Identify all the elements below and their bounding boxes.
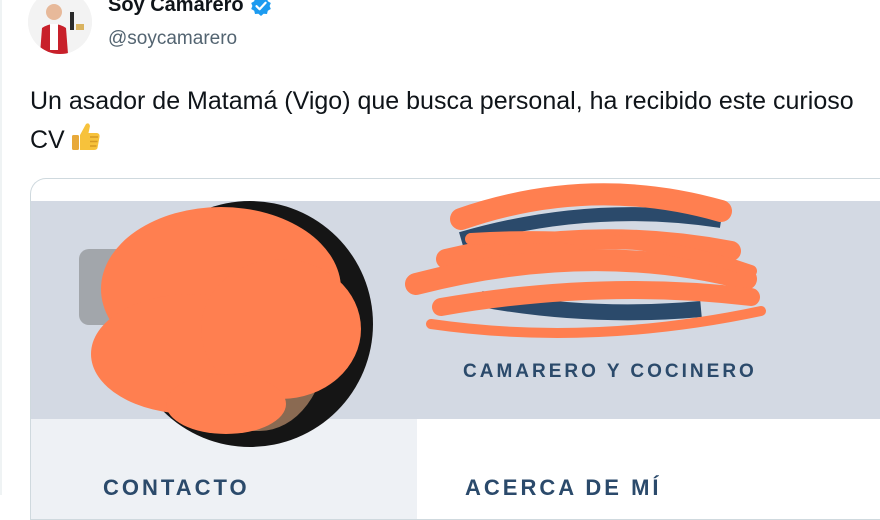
- cv-role: CAMARERO Y COCINERO: [463, 361, 757, 382]
- redaction-scribbles: [91, 183, 766, 434]
- tweet-text-body: Un asador de Matamá (Vigo) que busca per…: [30, 87, 854, 154]
- waiter-avatar-icon: [28, 0, 92, 54]
- tweet-media-card[interactable]: CAMARERO Y COCINERO CONTACTO ACERCA DE M…: [30, 178, 880, 520]
- cv-section-about: ACERCA DE MÍ: [465, 475, 662, 500]
- thumbs-up-icon: [69, 120, 103, 165]
- cv-section-contact: CONTACTO: [103, 475, 250, 500]
- author-display-name[interactable]: Soy Camarero: [108, 0, 244, 17]
- verified-badge-icon: [250, 0, 271, 16]
- avatar[interactable]: [28, 0, 92, 54]
- author-handle[interactable]: @soycamarero: [108, 28, 237, 50]
- timeline-divider: [0, 0, 2, 495]
- tweet-text: Un asador de Matamá (Vigo) que busca per…: [30, 82, 870, 165]
- author-name-row: Soy Camarero: [108, 0, 272, 17]
